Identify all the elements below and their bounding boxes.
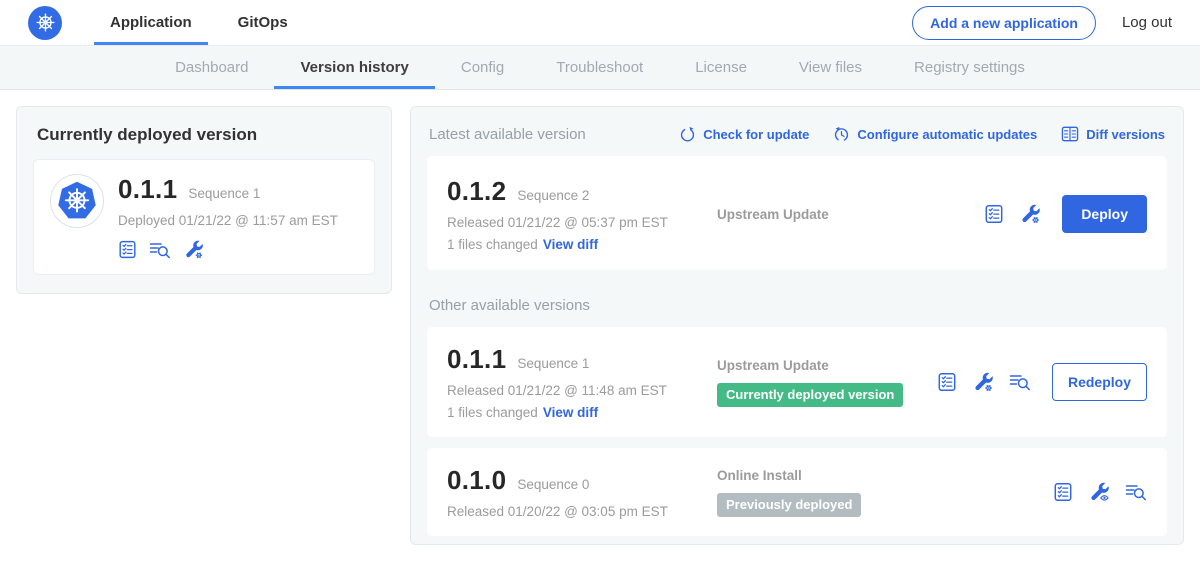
version-actions: Deploy (984, 195, 1147, 233)
view-diff-link[interactable]: View diff (543, 237, 598, 252)
deploy-button[interactable]: Deploy (1062, 195, 1147, 233)
app-kubernetes-icon (50, 174, 104, 228)
version-number: 0.1.0 (447, 465, 506, 496)
edit-config-icon[interactable] (1019, 203, 1041, 225)
version-number: 0.1.1 (447, 344, 506, 375)
released-timestamp: Released 01/21/22 @ 05:37 pm EST (447, 215, 717, 230)
versions-panel-header: Latest available version Check for updat… (429, 125, 1165, 143)
deployed-version-info: 0.1.1 Sequence 1 Deployed 01/21/22 @ 11:… (118, 174, 338, 260)
tab-gitops[interactable]: GitOps (222, 0, 304, 45)
previously-deployed-badge: Previously deployed (717, 493, 861, 517)
topbar-right: Add a new application Log out (912, 0, 1172, 45)
main-content: Currently deployed version 0.1.1 Sequenc… (0, 90, 1200, 561)
subnav-item-troubleshoot[interactable]: Troubleshoot (530, 46, 669, 89)
deployed-timestamp: Deployed 01/21/22 @ 11:57 am EST (118, 213, 338, 228)
subnav-item-dashboard[interactable]: Dashboard (149, 46, 274, 89)
deployed-version-card: 0.1.1 Sequence 1 Deployed 01/21/22 @ 11:… (33, 159, 375, 275)
check-for-update-link[interactable]: Check for update (679, 126, 809, 143)
tab-application-label: Application (110, 14, 192, 31)
deployed-panel-title: Currently deployed version (37, 125, 375, 145)
source-label: Upstream Update (717, 358, 937, 373)
app-subnav: Dashboard Version history Config Trouble… (0, 46, 1200, 90)
version-source: Upstream Update (717, 207, 984, 222)
subnav-item-registry-settings[interactable]: Registry settings (888, 46, 1051, 89)
version-card-0-1-1: 0.1.1 Sequence 1 Released 01/21/22 @ 11:… (427, 327, 1167, 437)
sequence-label: Sequence 2 (517, 188, 589, 203)
version-source: Upstream Update Currently deployed versi… (717, 358, 937, 407)
subnav-item-version-history[interactable]: Version history (274, 46, 434, 89)
version-info: 0.1.2 Sequence 2 Released 01/21/22 @ 05:… (447, 176, 717, 252)
release-notes-icon[interactable] (1053, 482, 1073, 502)
diff-versions-label: Diff versions (1086, 127, 1165, 142)
files-changed-row: 1 files changed View diff (447, 405, 717, 420)
files-changed-label: 1 files changed (447, 237, 538, 252)
redeploy-button[interactable]: Redeploy (1052, 363, 1147, 401)
view-files-icon[interactable] (1009, 372, 1031, 392)
currently-deployed-badge: Currently deployed version (717, 383, 903, 407)
versions-panel-actions: Check for update Configure automatic upd… (679, 125, 1165, 143)
configure-automatic-updates-link[interactable]: Configure automatic updates (833, 126, 1037, 143)
files-changed-label: 1 files changed (447, 405, 538, 420)
version-source: Online Install Previously deployed (717, 468, 1053, 517)
release-notes-icon[interactable] (118, 240, 137, 259)
version-info: 0.1.1 Sequence 1 Released 01/21/22 @ 11:… (447, 344, 717, 420)
edit-config-icon[interactable] (183, 239, 204, 260)
version-actions: Redeploy (937, 363, 1147, 401)
subnav-item-view-files[interactable]: View files (773, 46, 888, 89)
add-application-button[interactable]: Add a new application (912, 6, 1096, 40)
version-history-panel: Latest available version Check for updat… (410, 106, 1184, 545)
latest-available-label: Latest available version (429, 126, 586, 143)
tab-gitops-label: GitOps (238, 14, 288, 31)
logout-link[interactable]: Log out (1122, 14, 1172, 31)
sequence-label: Sequence 0 (517, 477, 589, 492)
tab-application[interactable]: Application (94, 0, 208, 45)
auto-update-clock-icon (833, 126, 850, 143)
version-actions (1053, 481, 1147, 503)
release-notes-icon[interactable] (937, 372, 957, 392)
version-card-latest: 0.1.2 Sequence 2 Released 01/21/22 @ 05:… (427, 156, 1167, 270)
edit-config-icon[interactable] (972, 371, 994, 393)
released-timestamp: Released 01/20/22 @ 03:05 pm EST (447, 504, 717, 519)
check-for-update-label: Check for update (703, 127, 809, 142)
app-tabs: Application GitOps (94, 0, 318, 45)
deployed-actions (118, 239, 338, 260)
kubernetes-logo-icon (28, 6, 62, 40)
topbar: Application GitOps Add a new application… (0, 0, 1200, 46)
version-card-0-1-0: 0.1.0 Sequence 0 Released 01/20/22 @ 03:… (427, 448, 1167, 536)
kots-admin-console: Application GitOps Add a new application… (0, 0, 1200, 564)
other-available-label: Other available versions (429, 297, 1165, 314)
currently-deployed-panel: Currently deployed version 0.1.1 Sequenc… (16, 106, 392, 294)
files-changed-row: 1 files changed View diff (447, 237, 717, 252)
version-info: 0.1.0 Sequence 0 Released 01/20/22 @ 03:… (447, 465, 717, 519)
sequence-label: Sequence 1 (517, 356, 589, 371)
view-files-icon[interactable] (149, 240, 171, 260)
diff-icon (1061, 125, 1079, 143)
subnav-item-config[interactable]: Config (435, 46, 530, 89)
view-files-icon[interactable] (1125, 482, 1147, 502)
source-label: Upstream Update (717, 207, 984, 222)
view-config-icon[interactable] (1088, 481, 1110, 503)
released-timestamp: Released 01/21/22 @ 11:48 am EST (447, 383, 717, 398)
deployed-sequence-label: Sequence 1 (188, 186, 260, 201)
release-notes-icon[interactable] (984, 204, 1004, 224)
source-label: Online Install (717, 468, 1053, 483)
deployed-version-number: 0.1.1 (118, 174, 177, 205)
version-number: 0.1.2 (447, 176, 506, 207)
refresh-icon (679, 126, 696, 143)
diff-versions-link[interactable]: Diff versions (1061, 125, 1165, 143)
view-diff-link[interactable]: View diff (543, 405, 598, 420)
subnav-item-license[interactable]: License (669, 46, 773, 89)
configure-automatic-updates-label: Configure automatic updates (857, 127, 1037, 142)
